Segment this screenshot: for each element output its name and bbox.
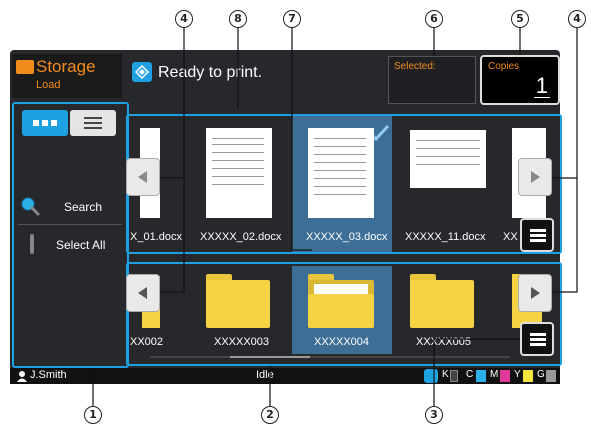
header-highlight: [126, 102, 560, 112]
copies-box[interactable]: Copies 1: [480, 55, 560, 105]
file-scroll-right-button[interactable]: [518, 158, 552, 196]
ink-label-k: K: [442, 369, 449, 380]
ink-level-m: [500, 370, 510, 382]
ink-level-k: [450, 370, 458, 382]
ink-level-c: [476, 370, 486, 382]
menu-line: [530, 333, 546, 336]
list-line-icon: [84, 117, 102, 119]
menu-line: [530, 239, 546, 242]
folder-icon: [16, 60, 34, 74]
callout-3: 3: [425, 406, 443, 424]
sidebar-divider: [18, 224, 122, 225]
user-icon: [17, 371, 27, 382]
refresh-icon[interactable]: [424, 369, 438, 383]
app-title: Storage: [36, 57, 96, 76]
callout-1: 1: [84, 406, 102, 424]
app-tab[interactable]: Storage Load: [12, 54, 122, 98]
list-line-icon: [84, 122, 102, 124]
callout-7: 7: [283, 10, 301, 28]
callout-4-left: 4: [175, 10, 193, 28]
file-name: X_01.docx: [130, 231, 182, 243]
machine-state: Idle: [256, 369, 274, 381]
triangle-right-icon: [531, 171, 540, 183]
file-name: XXXXX_11.docx: [405, 231, 486, 243]
grid-dot-icon: [33, 120, 39, 126]
user-name: J.Smith: [30, 369, 67, 381]
select-all-button[interactable]: Select All: [18, 230, 122, 258]
list-view-button[interactable]: [70, 110, 116, 136]
folder-name: XX002: [130, 336, 164, 348]
selected-count-box: Selected:: [388, 56, 476, 104]
folder-scroll-right-button[interactable]: [518, 274, 552, 312]
folder-name: XXXXX003: [214, 336, 270, 348]
callout-2: 2: [261, 406, 279, 424]
menu-line: [530, 234, 546, 237]
menu-line: [530, 229, 546, 232]
ink-level-y: [523, 370, 533, 382]
callout-6: 6: [425, 10, 443, 28]
ink-label-m: M: [490, 369, 499, 380]
file-thumbnail[interactable]: [410, 130, 486, 188]
search-icon: [21, 197, 40, 216]
folder-icon[interactable]: [410, 274, 474, 328]
triangle-left-icon: [138, 171, 147, 183]
file-thumbnail[interactable]: [308, 128, 374, 218]
folder-menu-button[interactable]: [520, 322, 554, 356]
ink-label-c: C: [466, 369, 474, 380]
app-subtitle: Load: [36, 79, 61, 91]
menu-line: [530, 343, 546, 346]
file-scroll-left-button[interactable]: [126, 158, 160, 196]
status-message: Ready to print.: [158, 64, 263, 81]
callout-8: 8: [229, 10, 247, 28]
callout-4-right: 4: [568, 10, 586, 28]
list-line-icon: [84, 127, 102, 129]
grid-dot-icon: [42, 120, 48, 126]
scroll-thumb[interactable]: [230, 356, 310, 358]
ink-label-g: G: [537, 369, 545, 380]
copies-label: Copies: [488, 61, 520, 72]
menu-line: [530, 338, 546, 341]
triangle-left-icon: [138, 287, 147, 299]
search-label: Search: [64, 200, 103, 214]
status-icon: [132, 62, 152, 82]
ink-label-y: Y: [514, 369, 521, 380]
callout-5: 5: [511, 10, 529, 28]
select-all-indicator-icon: [30, 234, 34, 254]
folder-name: XXXXX005: [416, 336, 472, 348]
open-folder-icon[interactable]: [308, 274, 374, 328]
folder-name: XXXXX004: [314, 336, 370, 348]
triangle-right-icon: [531, 287, 540, 299]
search-button[interactable]: Search: [18, 192, 122, 220]
file-name: XX: [503, 231, 518, 243]
thumbnail-view-button[interactable]: [22, 110, 68, 136]
file-menu-button[interactable]: [520, 218, 554, 252]
file-name: XXXXX_03.docx: [306, 231, 388, 243]
copies-value: 1: [533, 73, 550, 98]
file-name: XXXXX_02.docx: [200, 231, 282, 243]
ink-level-g: [546, 370, 556, 382]
file-thumbnail[interactable]: [206, 128, 272, 218]
selected-label: Selected:: [394, 61, 436, 72]
folder-scrollbar[interactable]: [150, 356, 510, 358]
folder-icon[interactable]: [206, 274, 270, 328]
folder-scroll-left-button[interactable]: [126, 274, 160, 312]
grid-dot-icon: [51, 120, 57, 126]
select-all-label: Select All: [56, 238, 106, 252]
